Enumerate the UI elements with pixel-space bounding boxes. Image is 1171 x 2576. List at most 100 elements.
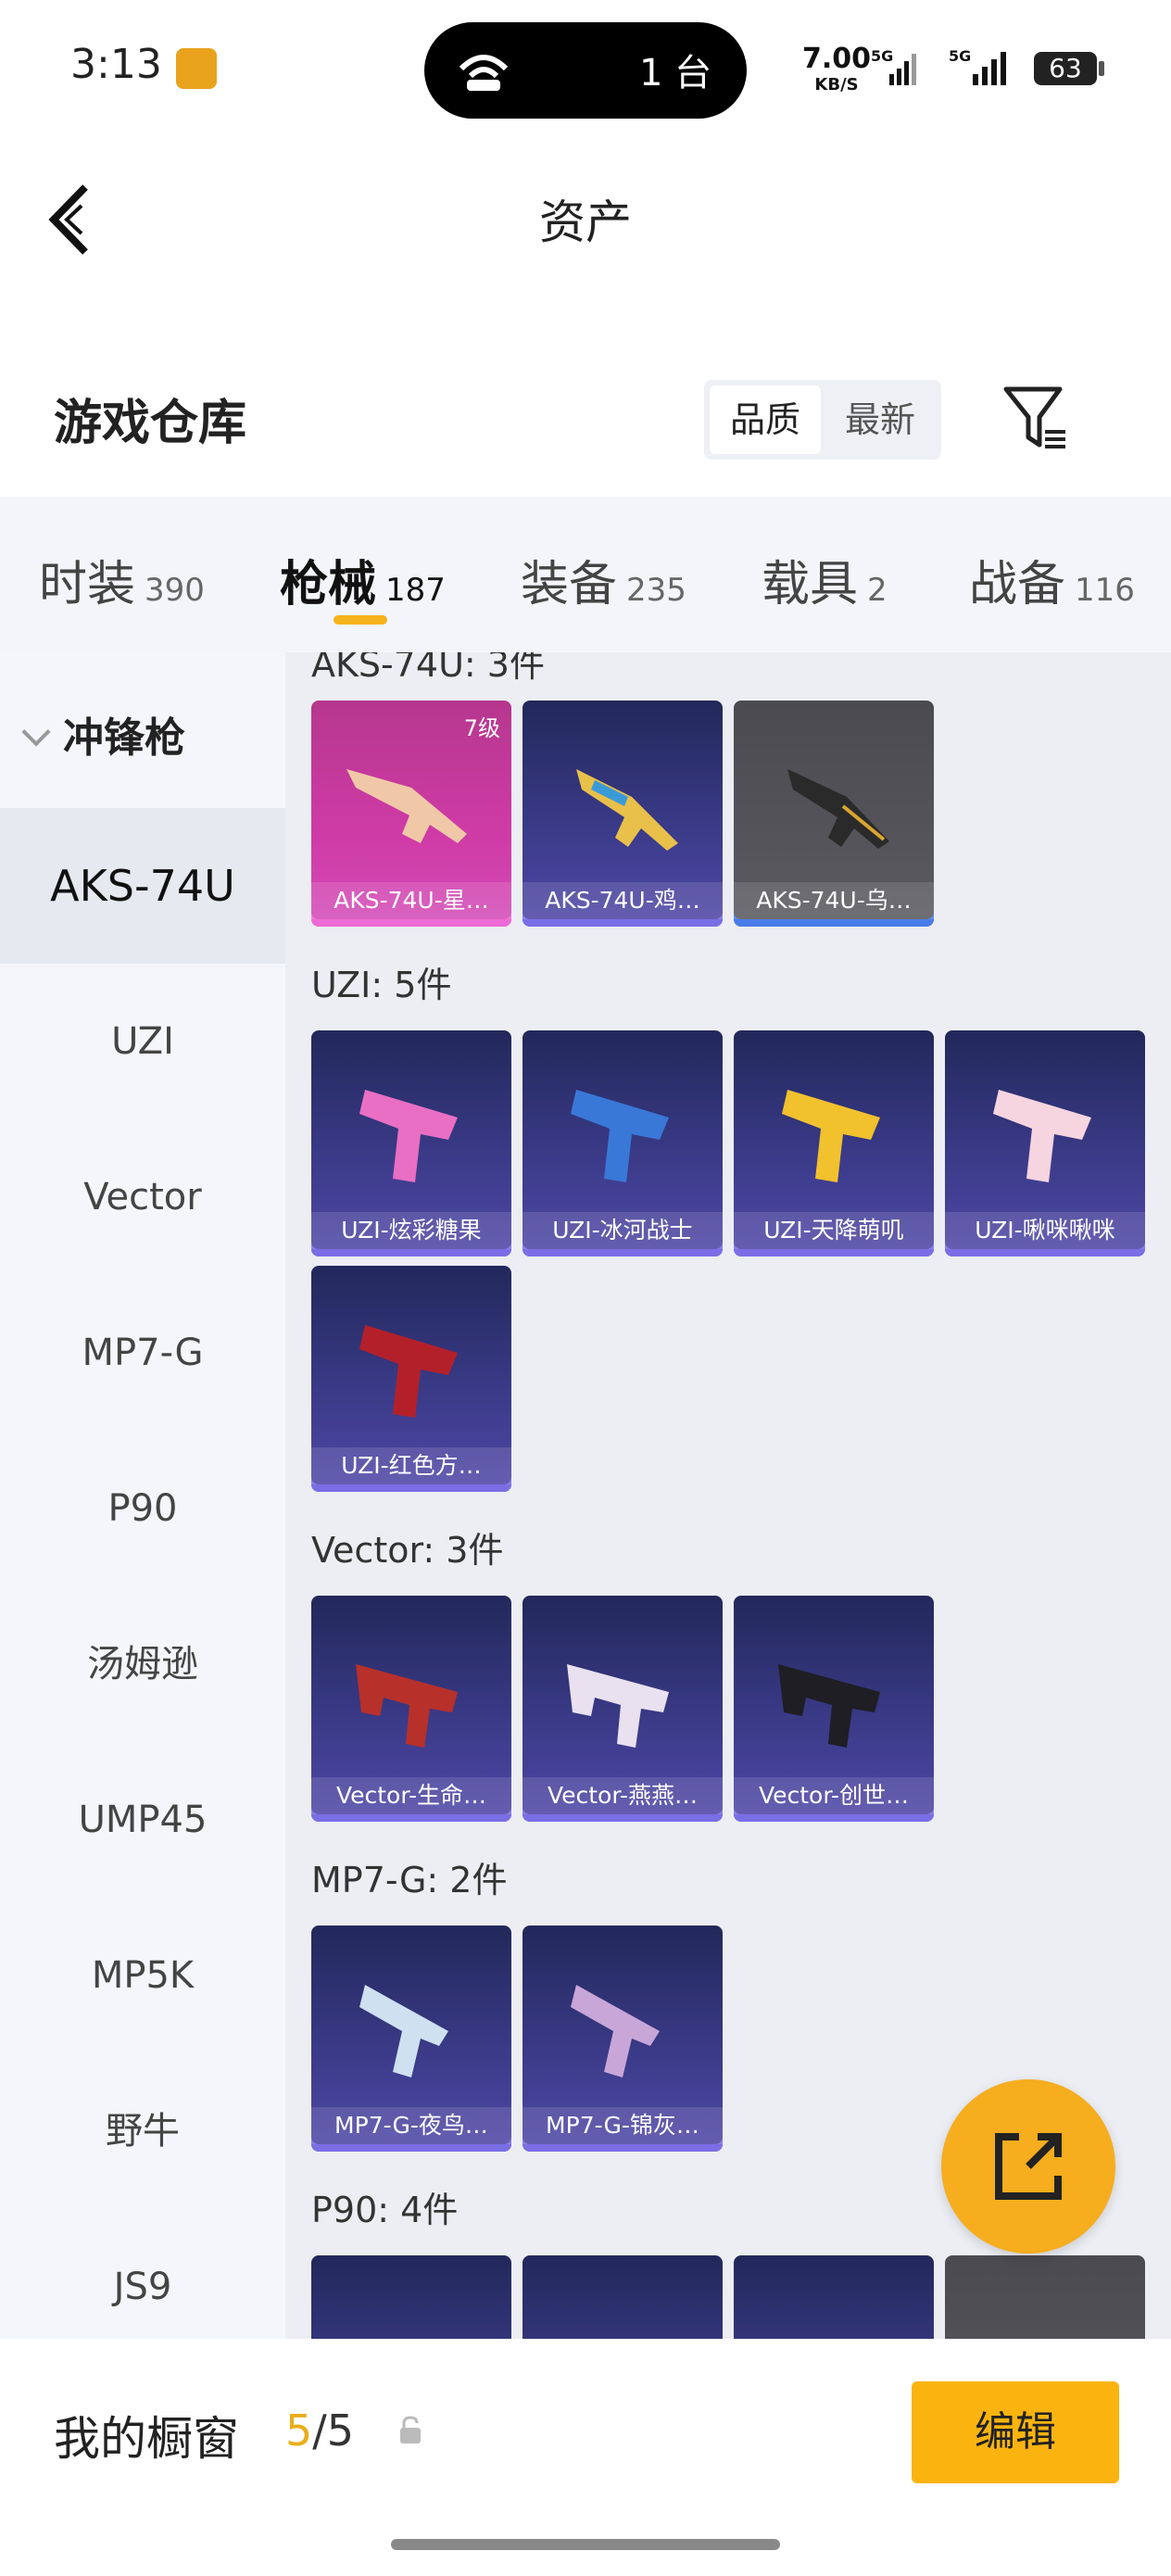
network-speed-value: 7.00 — [802, 43, 872, 75]
tab-label: 枪械 — [280, 556, 377, 612]
tab-combat-prep[interactable]: 战备 116 — [969, 545, 1135, 614]
filter-icon[interactable] — [1001, 384, 1071, 454]
tab-count: 116 — [1075, 572, 1135, 609]
skin-name: AKS-74U-乌… — [734, 882, 934, 919]
sidebar-item-mp7g[interactable]: MP7-G — [0, 1275, 285, 1431]
network-speed: 7.00 KB/S — [802, 43, 872, 98]
tab-firearms[interactable]: 枪械 187 — [280, 545, 446, 614]
smg-icon — [356, 1664, 458, 1748]
sort-by-quality-button[interactable]: 品质 — [710, 385, 821, 454]
tab-count: 2 — [867, 572, 888, 609]
weapon-type-sidebar: 冲锋枪 AKS-74U UZI Vector MP7-G P90 汤姆逊 UMP… — [0, 652, 285, 2339]
sidebar-item-aks74u[interactable]: AKS-74U — [0, 808, 285, 964]
skin-name: Vector-生命… — [311, 1777, 511, 1814]
sort-by-newest-button[interactable]: 最新 — [825, 385, 936, 454]
tab-label: 载具 — [762, 557, 859, 612]
smg-icon — [567, 1664, 669, 1748]
skin-name: Vector-燕燕… — [523, 1777, 723, 1814]
sidebar-item-p90[interactable]: P90 — [0, 1431, 285, 1586]
category-tabs: 时装 390 枪械 187 装备 235 载具 2 战备 116 — [0, 497, 1171, 652]
skin-name: MP7-G-夜鸟… — [311, 2107, 511, 2144]
tab-label: 时装 — [39, 557, 136, 612]
signal-label-1: 5G — [871, 47, 893, 65]
chevron-down-icon — [21, 717, 51, 747]
skin-name: UZI-啾咪啾咪 — [945, 1212, 1145, 1249]
edit-button[interactable]: 编辑 — [912, 2381, 1119, 2483]
showcase-total: /5 — [312, 2406, 355, 2456]
skin-card[interactable]: MP7-G-锦灰… — [523, 1926, 723, 2152]
active-tab-indicator — [334, 615, 387, 625]
skin-name: AKS-74U-星… — [311, 882, 511, 919]
sidebar-category-label: 冲锋枪 — [63, 714, 185, 762]
sidebar-category-smg[interactable]: 冲锋枪 — [19, 704, 185, 764]
smg-icon — [571, 1090, 669, 1182]
smg-icon — [359, 1325, 458, 1418]
battery-indicator: 63 — [1034, 52, 1097, 85]
skin-name: AKS-74U-鸡… — [523, 882, 723, 919]
smg-icon — [359, 1985, 448, 2077]
tab-fashion[interactable]: 时装 390 — [39, 545, 205, 614]
skin-card[interactable]: AKS-74U-乌… — [734, 701, 934, 927]
share-icon — [995, 2133, 1062, 2200]
skin-card[interactable]: Vector-生命… — [311, 1596, 511, 1822]
skin-card[interactable]: Vector-燕燕… — [523, 1596, 723, 1822]
status-bar: 3:13 1 台 7.00 KB/S 5G 5G 63 — [0, 0, 1171, 130]
sidebar-item-vector[interactable]: Vector — [0, 1119, 285, 1275]
app-notification-icon — [176, 48, 217, 89]
skin-card[interactable]: UZI-炫彩糖果 — [311, 1030, 511, 1256]
sort-toggle: 品质 最新 — [704, 380, 941, 460]
tab-label: 装备 — [521, 557, 618, 612]
skin-card[interactable]: UZI-冰河战士 — [523, 1030, 723, 1256]
smg-icon — [359, 1090, 458, 1182]
skin-card[interactable] — [945, 2255, 1145, 2339]
tab-count: 390 — [145, 572, 205, 609]
skin-card[interactable]: UZI-天降萌叽 — [734, 1030, 934, 1256]
lock-icon — [400, 2416, 421, 2443]
skin-card[interactable]: MP7-G-夜鸟… — [311, 1926, 511, 2152]
skin-card[interactable]: AKS-74U-鸡… — [523, 701, 723, 927]
signal-label-2: 5G — [949, 47, 971, 65]
battery-cap — [1099, 61, 1104, 76]
tab-label: 战备 — [969, 557, 1066, 612]
tab-count: 235 — [626, 572, 686, 609]
network-speed-unit: KB/S — [814, 75, 859, 95]
skin-name: UZI-红色方… — [311, 1447, 511, 1484]
hotspot-icon — [459, 55, 509, 91]
skin-card[interactable] — [311, 2255, 511, 2339]
skin-name: Vector-创世… — [734, 1777, 934, 1814]
skin-name: UZI-冰河战士 — [523, 1212, 723, 1249]
warehouse-title: 游戏仓库 — [54, 395, 247, 451]
smg-icon — [571, 1985, 660, 2077]
skin-card[interactable]: 7级 AKS-74U-星… — [311, 701, 511, 927]
showcase-current: 5 — [285, 2406, 313, 2456]
skin-card[interactable]: Vector-创世… — [734, 1596, 934, 1822]
page-title: 资产 — [539, 196, 632, 249]
sidebar-item-ump45[interactable]: UMP45 — [0, 1742, 285, 1898]
showcase-label: 我的橱窗 — [54, 2412, 239, 2466]
smg-icon — [787, 769, 889, 849]
sidebar-item-uzi[interactable]: UZI — [0, 964, 285, 1119]
skin-card[interactable] — [523, 2255, 723, 2339]
section-title-vector: Vector: 3件 — [311, 1530, 504, 1571]
smg-icon — [576, 769, 678, 851]
tab-vehicles[interactable]: 载具 2 — [762, 545, 888, 614]
showcase-count: 5/5 — [285, 2406, 354, 2456]
signal-5g-icon-2: 5G — [949, 47, 1006, 85]
sidebar-item-js9[interactable]: JS9 — [0, 2209, 285, 2339]
skin-card[interactable] — [734, 2255, 934, 2339]
smg-icon — [346, 769, 467, 843]
share-button[interactable] — [941, 2079, 1115, 2254]
skin-level-badge: 7级 — [463, 715, 500, 741]
sidebar-item-bison[interactable]: 野牛 — [0, 2053, 285, 2209]
section-title-uzi: UZI: 5件 — [311, 965, 452, 1005]
skin-card[interactable]: UZI-红色方… — [311, 1266, 511, 1492]
sidebar-item-mp5k[interactable]: MP5K — [0, 1898, 285, 2053]
status-time: 3:13 — [70, 41, 162, 88]
tab-count: 187 — [385, 572, 446, 609]
skin-card[interactable]: UZI-啾咪啾咪 — [945, 1030, 1145, 1256]
tab-equipment[interactable]: 装备 235 — [521, 545, 686, 614]
home-indicator — [391, 2539, 780, 2550]
section-title-mp7g: MP7-G: 2件 — [311, 1860, 508, 1900]
smg-icon — [993, 1090, 1091, 1182]
sidebar-item-thompson[interactable]: 汤姆逊 — [0, 1586, 285, 1742]
